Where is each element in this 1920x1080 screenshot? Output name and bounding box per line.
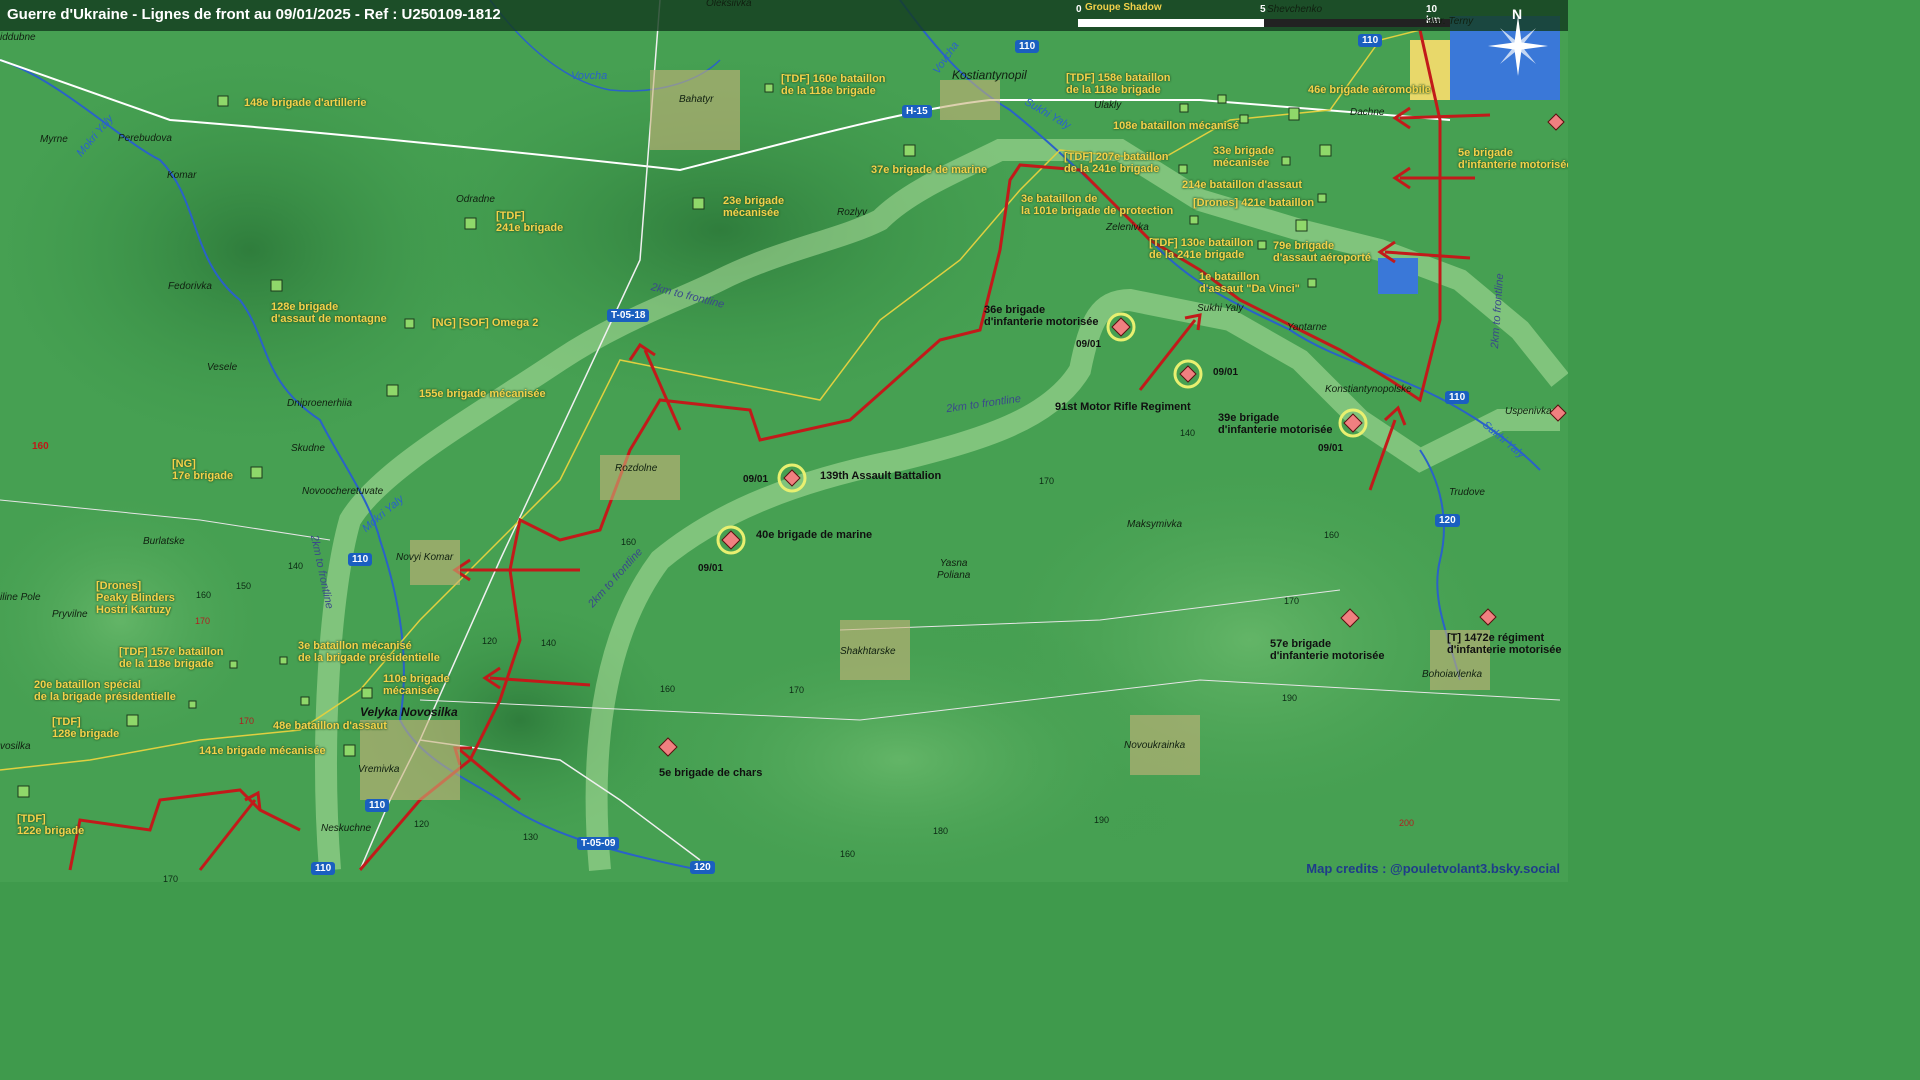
- ru-unit-icon: [783, 469, 801, 487]
- ru-unit-icon: [1111, 317, 1131, 337]
- date-label: 09/01: [1213, 367, 1239, 378]
- date-label: 09/01: [698, 563, 724, 574]
- ru-unit-icon: [1479, 608, 1497, 626]
- ru-unit-markers: [658, 113, 1567, 757]
- ru-unit-label[interactable]: 39e brigade d'infanterie motorisée: [1218, 412, 1332, 436]
- ru-unit-icon: [1343, 413, 1363, 433]
- ru-unit-icon: [1549, 404, 1567, 422]
- ru-unit-label[interactable]: 91st Motor Rifle Regiment: [1055, 401, 1191, 413]
- ru-unit-icon: [1179, 365, 1197, 383]
- ru-unit-icon: [721, 530, 741, 550]
- ru-unit-icon: [1340, 608, 1360, 628]
- date-label: 09/01: [1076, 339, 1102, 350]
- ru-unit-label[interactable]: 139th Assault Battalion: [820, 470, 941, 482]
- ru-unit-label[interactable]: 40e brigade de marine: [756, 529, 872, 541]
- ru-unit-icon: [1547, 113, 1565, 131]
- ru-unit-label[interactable]: 5e brigade de chars: [659, 767, 762, 779]
- ru-unit-icon: [658, 737, 678, 757]
- date-label: 09/01: [1318, 443, 1344, 454]
- ru-unit-label[interactable]: [T] 1472e régiment d'infanterie motorisé…: [1447, 632, 1561, 656]
- date-label: 09/01: [743, 474, 769, 485]
- ru-unit-label[interactable]: 57e brigade d'infanterie motorisée: [1270, 638, 1384, 662]
- map-canvas[interactable]: Guerre d'Ukraine - Lignes de front au 09…: [0, 0, 1568, 882]
- ru-unit-label[interactable]: 36e brigade d'infanterie motorisée: [984, 304, 1098, 328]
- map-credits: Map credits : @pouletvolant3.bsky.social: [1306, 861, 1560, 876]
